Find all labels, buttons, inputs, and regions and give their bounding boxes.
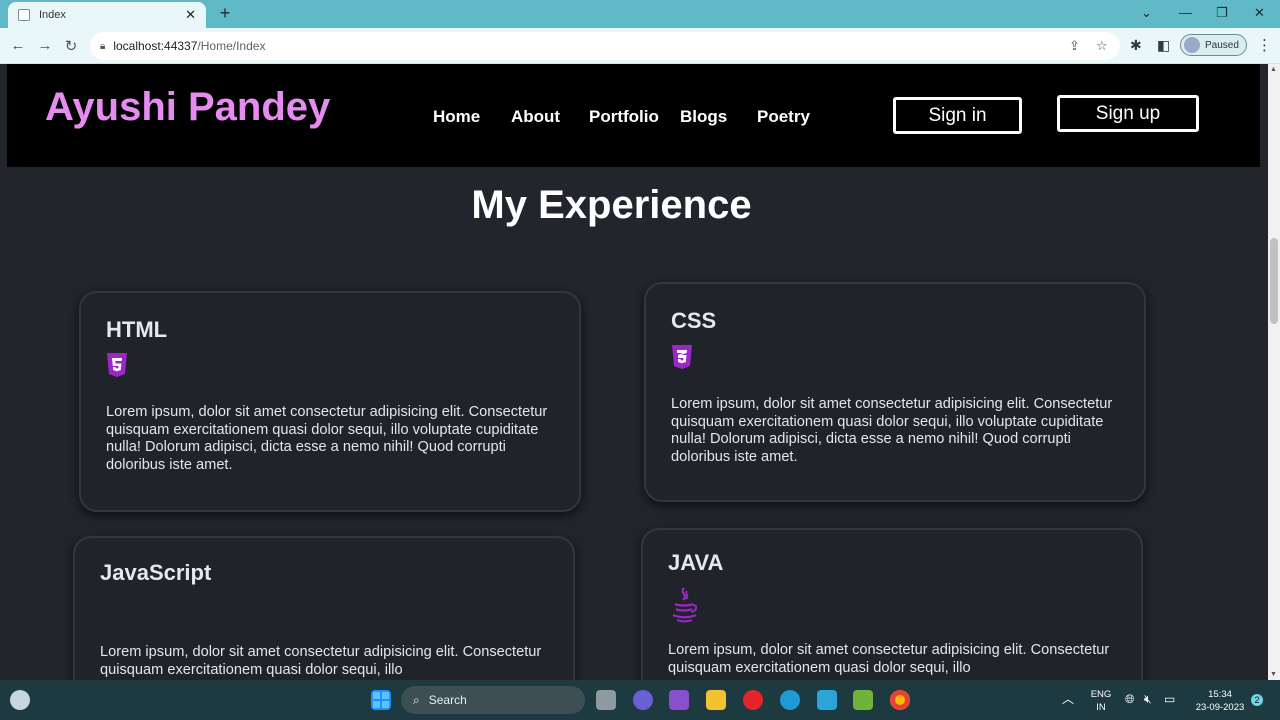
avatar [1184,37,1200,53]
extensions-puzzle-icon[interactable]: ✱ [1130,37,1142,54]
share-icon[interactable]: ⇪ [1069,38,1080,54]
profile-status: Paused [1205,39,1239,51]
reload-icon[interactable]: ↻ [62,37,80,55]
nav-home[interactable]: Home [433,107,480,127]
scroll-down-icon[interactable]: ▼ [1270,671,1277,678]
windows-start-icon[interactable] [371,690,391,710]
battery-icon[interactable]: ▭ [1164,693,1175,706]
java-icon [672,587,698,623]
close-window-button[interactable]: ✕ [1254,5,1265,21]
nav-portfolio[interactable]: Portfolio [589,107,659,127]
app-icon[interactable] [853,690,873,710]
lock-icon: 🔒︎ [100,40,106,52]
card-title: JavaScript [100,560,212,585]
page-scrollbar[interactable]: ▲ ▼ [1268,64,1280,680]
forward-arrow-icon[interactable]: → [36,37,54,54]
section-title: My Experience [471,183,752,227]
search-label: Search [428,693,467,707]
card-text: Lorem ipsum, dolor sit amet consectetur … [106,404,548,473]
url-host: localhost:44337 [113,39,198,53]
card-text: Lorem ipsum, dolor sit amet consectetur … [671,396,1113,465]
experience-card-css: CSS Lorem ipsum, dolor sit amet consecte… [644,282,1146,502]
date: 23-09-2023 [1195,702,1245,713]
bookmark-star-icon[interactable]: ☆ [1096,38,1108,54]
back-arrow-icon[interactable]: ← [9,37,27,54]
card-title: JAVA [668,550,724,575]
css3-icon [672,345,692,369]
browser-menu-icon[interactable]: ⋮ [1257,36,1272,54]
experience-card-html: HTML Lorem ipsum, dolor sit amet consect… [79,291,581,512]
tab-title: Index [39,9,66,21]
card-title: HTML [106,317,168,342]
tray-chevron-icon[interactable]: ︿ [1062,693,1074,706]
browser-tab-strip: Index ✕ + ⌄ — ❐ ✕ [0,0,1280,28]
scroll-up-icon[interactable]: ▲ [1270,66,1277,73]
nav-blogs[interactable]: Blogs [680,107,727,127]
profile-button[interactable]: Paused [1180,34,1247,56]
sign-up-button[interactable]: Sign up [1057,95,1199,132]
sign-in-button[interactable]: Sign in [893,97,1022,134]
browser-toolbar: ← → ↻ 🔒︎ localhost:44337/Home/Index ⇪ ☆ … [0,28,1280,64]
tab-close-icon[interactable]: ✕ [185,7,196,23]
browser-tab[interactable]: Index ✕ [8,2,206,28]
nav-poetry[interactable]: Poetry [757,107,810,127]
time: 15:34 [1208,689,1232,700]
experience-card-javascript: JavaScript Lorem ipsum, dolor sit amet c… [73,536,575,680]
page-viewport: Ayushi Pandey Home About Portfolio Blogs… [0,64,1268,680]
experience-card-java: JAVA Lorem ipsum, dolor sit amet consect… [641,528,1143,680]
region-code: IN [1096,702,1106,713]
taskbar-search[interactable]: ⌕ Search [401,686,585,714]
site-brand[interactable]: Ayushi Pandey [45,85,330,130]
side-panel-icon[interactable]: ◧ [1157,37,1170,54]
task-view-icon[interactable] [596,690,616,710]
address-bar[interactable]: 🔒︎ localhost:44337/Home/Index ⇪ ☆ [90,32,1120,60]
card-text: Lorem ipsum, dolor sit amet consectetur … [100,644,542,678]
language-indicator[interactable]: ENG IN [1088,688,1114,714]
file-explorer-icon[interactable] [706,690,726,710]
html5-icon [107,353,127,377]
tab-search-chevron-icon[interactable]: ⌄ [1141,5,1152,21]
network-icon[interactable]: 🌐︎ [1125,693,1135,706]
edge-icon[interactable] [780,690,800,710]
scrollbar-thumb[interactable] [1270,238,1278,324]
weather-icon[interactable] [10,690,30,710]
language-code: ENG [1090,689,1112,700]
chat-icon[interactable] [633,690,653,710]
new-tab-button[interactable]: + [217,4,233,22]
nav-about[interactable]: About [511,107,560,127]
minimize-button[interactable]: — [1179,5,1192,20]
visual-studio-icon[interactable] [669,690,689,710]
card-text: Lorem ipsum, dolor sit amet consectetur … [668,642,1110,676]
opera-icon[interactable] [743,690,763,710]
url-path: /Home/Index [197,39,266,53]
clock[interactable]: 15:34 23-09-2023 [1188,688,1252,714]
card-title: CSS [671,308,717,333]
volume-muted-icon[interactable]: 🔇︎ [1144,693,1152,706]
site-header: Ayushi Pandey Home About Portfolio Blogs… [7,64,1260,167]
search-icon: ⌕ [413,692,420,707]
notification-badge[interactable]: 2 [1251,694,1263,706]
restore-button[interactable]: ❐ [1216,5,1228,21]
page-favicon-icon [18,9,30,21]
notepad-icon[interactable] [817,690,837,710]
chrome-icon[interactable] [890,690,910,710]
